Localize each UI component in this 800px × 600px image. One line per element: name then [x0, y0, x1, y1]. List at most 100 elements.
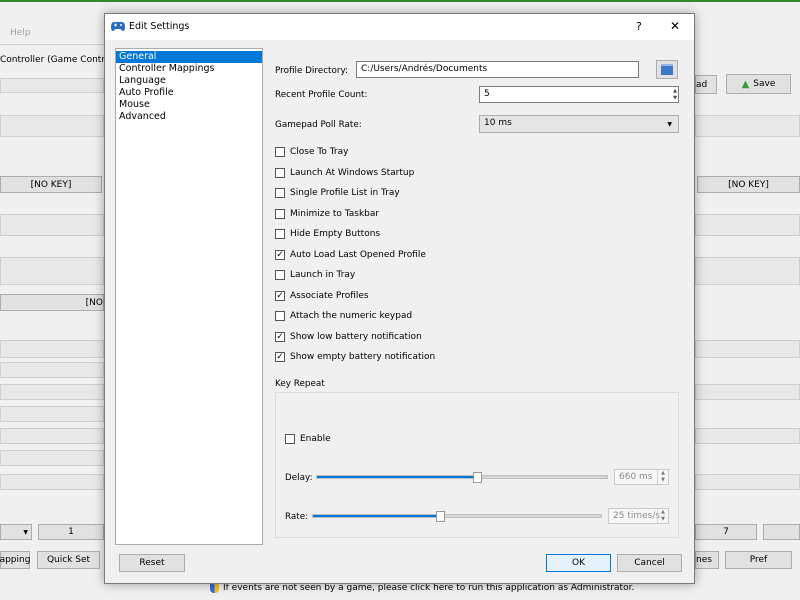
option-minimize-to-taskbar[interactable]: Minimize to Taskbar	[275, 207, 379, 221]
bg-key-button-left[interactable]: [NO KEY]	[0, 176, 102, 193]
reset-button[interactable]: Reset	[119, 554, 185, 572]
category-controller-mappings[interactable]: Controller Mappings	[116, 63, 262, 75]
poll-rate-combo[interactable]: 10 ms ▼	[479, 115, 679, 133]
spin-arrows-icon[interactable]: ▲ ▼	[673, 88, 677, 102]
checkbox[interactable]	[275, 209, 285, 219]
rate-slider-fill	[313, 515, 440, 517]
rate-slider[interactable]	[312, 511, 602, 522]
key-repeat-enable[interactable]: Enable	[285, 432, 331, 446]
bg-key-button-right[interactable]: [NO KEY]	[697, 176, 800, 193]
bg-save-label: Save	[753, 79, 776, 89]
option-low-battery-notification[interactable]: ✓ Show low battery notification	[275, 330, 422, 344]
spin-arrows-icon[interactable]: ▲ ▼	[657, 509, 668, 523]
bg-quick-set-button[interactable]: Quick Set	[37, 551, 100, 569]
dialog-title: Edit Settings	[129, 21, 190, 32]
bg-row	[695, 115, 800, 137]
category-auto-profile[interactable]: Auto Profile	[116, 87, 262, 99]
bg-row	[0, 384, 104, 400]
option-single-profile-list[interactable]: Single Profile List in Tray	[275, 186, 400, 200]
window-accent-bar	[0, 0, 800, 2]
profile-directory-label: Profile Directory:	[275, 66, 349, 76]
recent-profile-count-spinbox[interactable]: 5 ▲ ▼	[479, 86, 679, 103]
checkbox[interactable]	[275, 168, 285, 178]
delay-spinbox[interactable]: 660 ms ▲ ▼	[614, 469, 669, 485]
checkbox[interactable]	[275, 311, 285, 321]
category-general[interactable]: General	[116, 51, 262, 63]
bg-row	[0, 115, 104, 137]
checkbox-checked-icon[interactable]: ✓	[275, 352, 285, 362]
bg-row	[695, 474, 800, 490]
bg-set-selector[interactable]: ▼	[0, 524, 32, 540]
close-button[interactable]: ✕	[670, 19, 680, 33]
bg-row	[0, 474, 104, 490]
option-label: Minimize to Taskbar	[290, 209, 380, 219]
rate-slider-handle[interactable]	[436, 511, 445, 522]
admin-status-link[interactable]: If events are not seen by a game, please…	[210, 583, 634, 593]
option-launch-at-startup[interactable]: Launch At Windows Startup	[275, 166, 414, 180]
delay-slider[interactable]	[316, 472, 608, 483]
category-mouse[interactable]: Mouse	[116, 99, 262, 111]
cancel-button[interactable]: Cancel	[617, 554, 682, 572]
browse-button[interactable]	[656, 60, 678, 79]
bg-row	[0, 406, 104, 422]
checkbox-checked-icon[interactable]: ✓	[275, 250, 285, 260]
bg-mapping-button[interactable]: apping	[0, 551, 30, 569]
edit-settings-dialog: Edit Settings ? ✕ General Controller Map…	[104, 13, 695, 584]
option-label: Show empty battery notification	[290, 352, 436, 362]
option-associate-profiles[interactable]: ✓ Associate Profiles	[275, 289, 369, 303]
checkbox[interactable]	[275, 147, 285, 157]
checkbox[interactable]	[275, 270, 285, 280]
option-launch-in-tray[interactable]: Launch in Tray	[275, 268, 355, 282]
delay-slider-fill	[317, 476, 477, 478]
shield-icon	[210, 583, 219, 593]
bg-row	[695, 340, 800, 358]
checkbox-checked-icon[interactable]: ✓	[275, 291, 285, 301]
admin-status-text: If events are not seen by a game, please…	[223, 583, 635, 593]
bg-row	[0, 78, 104, 93]
ok-button[interactable]: OK	[546, 554, 611, 572]
checkbox-checked-icon[interactable]: ✓	[275, 332, 285, 342]
checkbox[interactable]	[285, 434, 295, 444]
recent-profile-count-value: 5	[484, 89, 490, 99]
rate-label: Rate:	[285, 512, 309, 522]
rate-value: 25 times/s	[613, 511, 661, 521]
option-hide-empty-buttons[interactable]: Hide Empty Buttons	[275, 227, 380, 241]
bg-key-button-mid[interactable]: [NO	[0, 294, 104, 311]
option-empty-battery-notification[interactable]: ✓ Show empty battery notification	[275, 350, 435, 364]
option-label: Launch in Tray	[290, 270, 356, 280]
help-button[interactable]: ?	[636, 20, 642, 33]
bg-set-tab-7[interactable]: 7	[695, 524, 757, 540]
checkbox[interactable]	[275, 229, 285, 239]
option-label: Show low battery notification	[290, 332, 422, 342]
bg-row	[0, 257, 104, 285]
chevron-down-icon: ▼	[667, 121, 672, 128]
bg-set-tab-8[interactable]	[763, 524, 800, 540]
bg-load-button[interactable]: ad	[695, 75, 717, 94]
key-repeat-group: Enable Delay: 660 ms ▲ ▼ Rate: 25 times/s…	[275, 392, 679, 538]
delay-slider-handle[interactable]	[473, 472, 482, 483]
option-label: Launch At Windows Startup	[290, 168, 415, 178]
delay-value: 660 ms	[619, 472, 653, 482]
spin-arrows-icon[interactable]: ▲ ▼	[657, 470, 668, 484]
bg-row	[695, 384, 800, 400]
bg-pref-button[interactable]: Pref	[725, 551, 792, 569]
profile-directory-input[interactable]: C:/Users/Andrés/Documents	[356, 61, 639, 78]
bg-row	[0, 428, 104, 444]
option-attach-numeric-keypad[interactable]: Attach the numeric keypad	[275, 309, 412, 323]
menu-help[interactable]: Help	[10, 28, 31, 38]
checkbox[interactable]	[275, 188, 285, 198]
bg-themes-button[interactable]: nes	[695, 551, 719, 569]
bg-save-button[interactable]: ▲ Save	[726, 74, 791, 94]
enable-label: Enable	[300, 434, 331, 444]
option-close-to-tray[interactable]: Close To Tray	[275, 145, 348, 159]
category-list: General Controller Mappings Language Aut…	[115, 48, 263, 545]
rate-spinbox[interactable]: 25 times/s ▲ ▼	[608, 508, 669, 524]
bg-row	[0, 214, 104, 236]
poll-rate-label: Gamepad Poll Rate:	[275, 120, 362, 130]
option-auto-load-last-profile[interactable]: ✓ Auto Load Last Opened Profile	[275, 248, 426, 262]
option-label: Auto Load Last Opened Profile	[290, 250, 426, 260]
bg-set-tab-1[interactable]: 1	[38, 524, 104, 540]
category-language[interactable]: Language	[116, 75, 262, 87]
category-advanced[interactable]: Advanced	[116, 111, 262, 123]
folder-icon	[661, 64, 673, 75]
